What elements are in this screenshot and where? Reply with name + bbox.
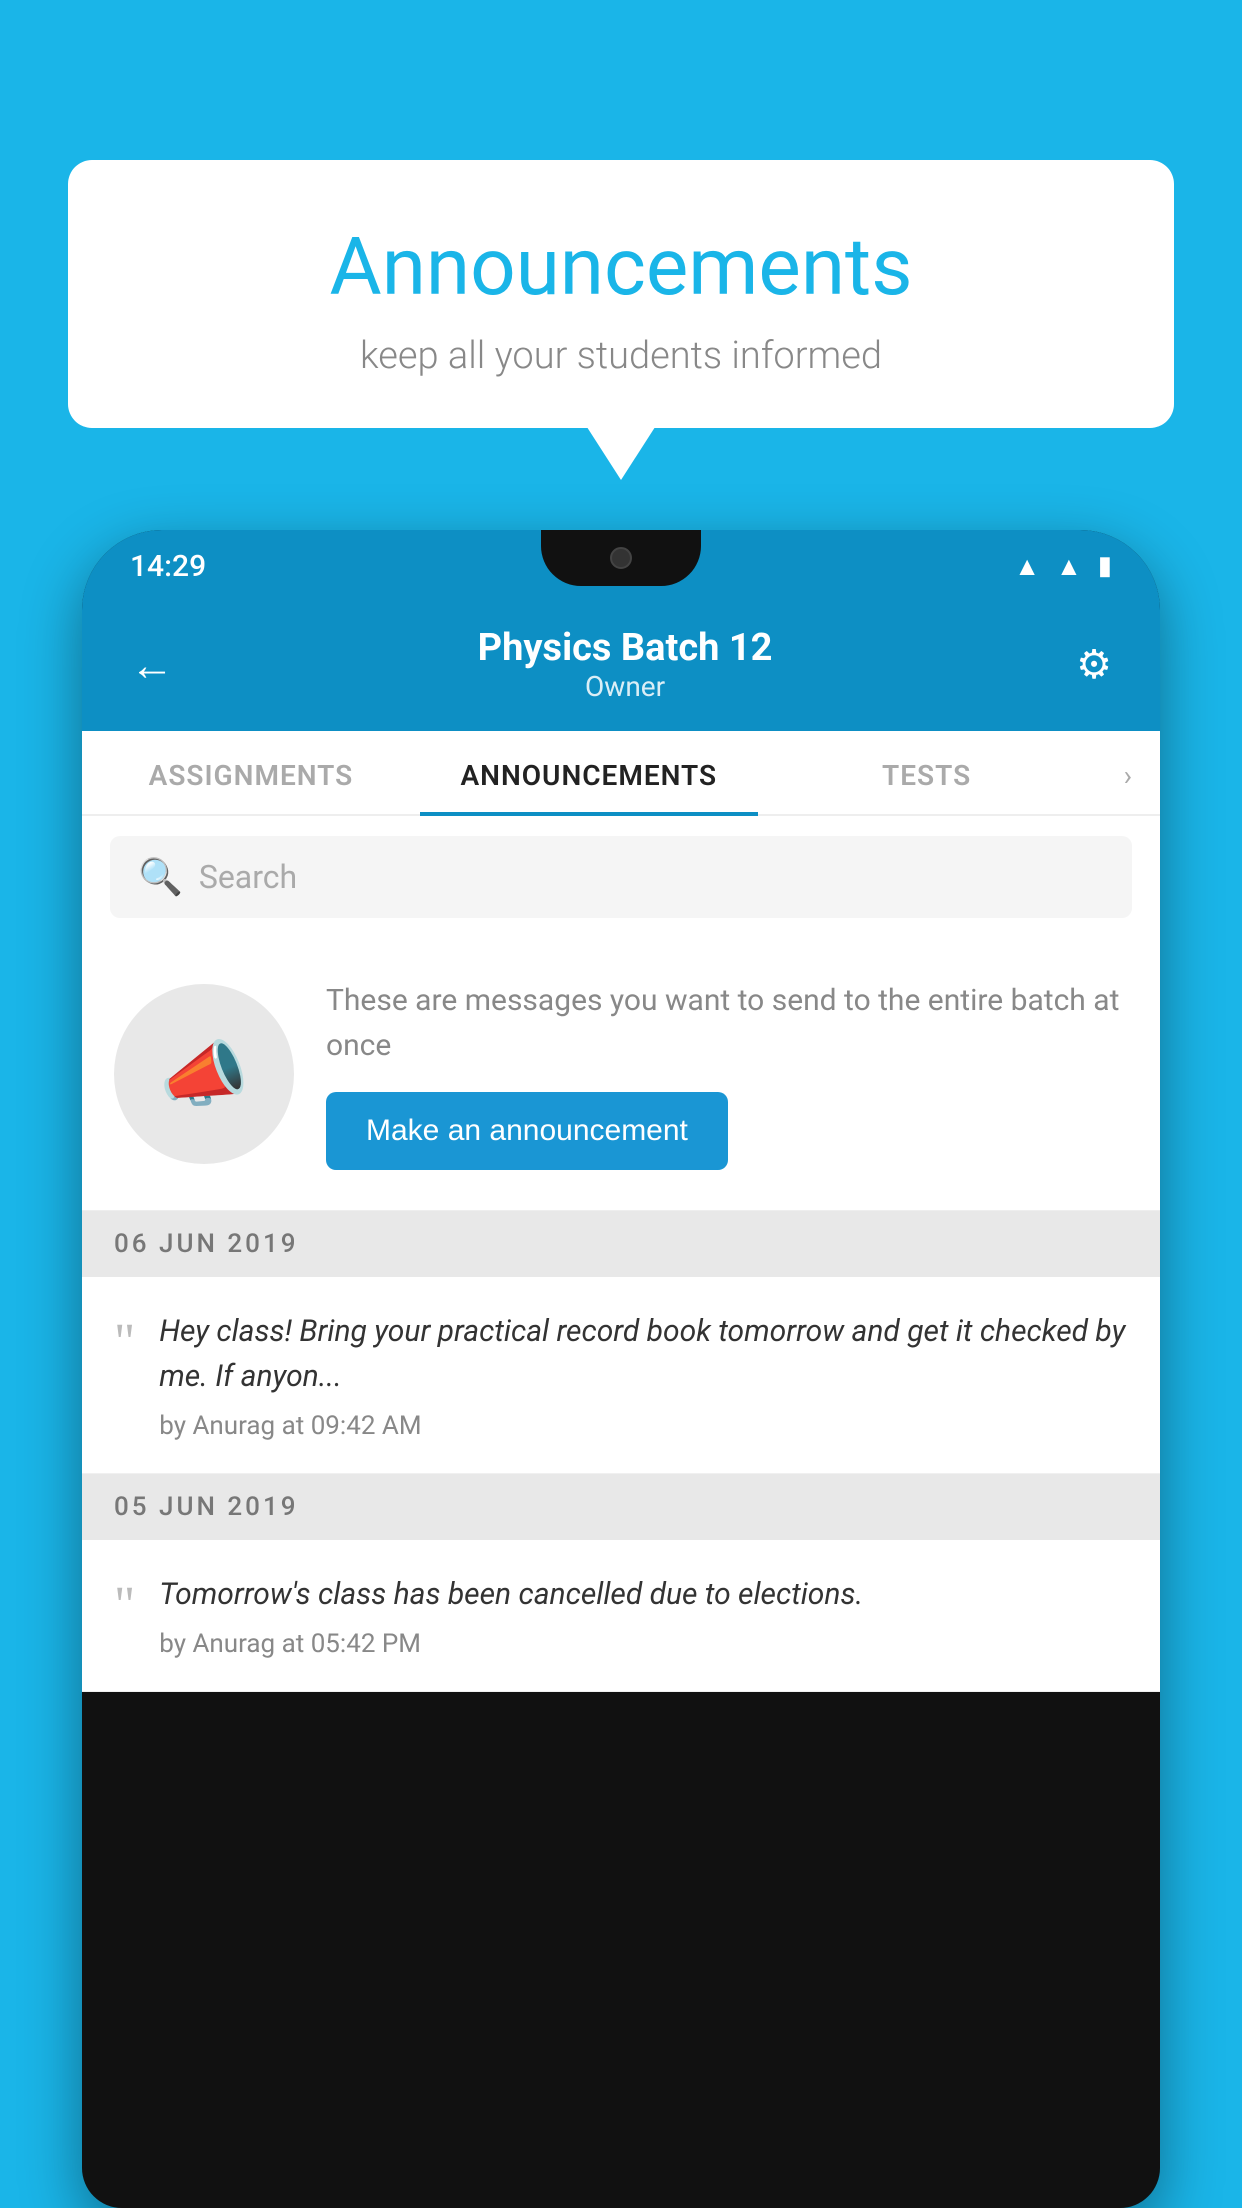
status-icons: ▲ ▲ ▮	[1014, 551, 1112, 582]
tabs-bar: ASSIGNMENTS ANNOUNCEMENTS TESTS ›	[82, 731, 1160, 816]
phone-frame: 14:29 ▲ ▲ ▮ ← Physics Batch 12 Owner ⚙ A…	[82, 530, 1160, 2208]
announcement-text-2: Tomorrow's class has been cancelled due …	[159, 1572, 1128, 1617]
announcement-meta-1: by Anurag at 09:42 AM	[159, 1411, 1128, 1441]
signal-icon: ▲	[1056, 551, 1082, 582]
announcement-promo: 📣 These are messages you want to send to…	[82, 938, 1160, 1211]
date-separator-2: 05 JUN 2019	[82, 1474, 1160, 1540]
phone-camera	[610, 547, 632, 569]
app-header: ← Physics Batch 12 Owner ⚙	[82, 602, 1160, 731]
header-title-group: Physics Batch 12 Owner	[478, 626, 773, 703]
header-subtitle: Owner	[478, 670, 773, 703]
date-separator-1: 06 JUN 2019	[82, 1211, 1160, 1277]
phone-notch	[541, 530, 701, 586]
wifi-icon: ▲	[1014, 551, 1040, 582]
phone-content: 🔍 Search 📣 These are messages you want t…	[82, 816, 1160, 1692]
back-button[interactable]: ←	[130, 639, 174, 691]
search-bar[interactable]: 🔍 Search	[110, 836, 1132, 918]
announcement-item-1[interactable]: " Hey class! Bring your practical record…	[82, 1277, 1160, 1474]
status-time: 14:29	[130, 549, 206, 584]
announcement-item-2[interactable]: " Tomorrow's class has been cancelled du…	[82, 1540, 1160, 1692]
promo-text: These are messages you want to send to t…	[326, 978, 1128, 1068]
tab-more[interactable]: ›	[1096, 731, 1160, 814]
battery-icon: ▮	[1098, 551, 1112, 581]
promo-right: These are messages you want to send to t…	[326, 978, 1128, 1170]
speech-bubble: Announcements keep all your students inf…	[68, 160, 1174, 428]
make-announcement-button[interactable]: Make an announcement	[326, 1092, 728, 1170]
announcement-meta-2: by Anurag at 05:42 PM	[159, 1629, 1128, 1659]
search-container: 🔍 Search	[82, 816, 1160, 938]
gear-icon[interactable]: ⚙	[1076, 641, 1112, 688]
search-placeholder: Search	[199, 858, 297, 896]
date-label-1: 06 JUN 2019	[114, 1229, 299, 1259]
status-bar: 14:29 ▲ ▲ ▮	[82, 530, 1160, 602]
bubble-title: Announcements	[108, 220, 1134, 314]
header-title: Physics Batch 12	[478, 626, 773, 670]
megaphone-icon: 📣	[159, 1032, 249, 1117]
tab-announcements[interactable]: ANNOUNCEMENTS	[420, 731, 758, 814]
quote-icon-1: "	[114, 1317, 135, 1369]
promo-icon-circle: 📣	[114, 984, 294, 1164]
date-label-2: 05 JUN 2019	[114, 1492, 299, 1522]
announcement-text-1: Hey class! Bring your practical record b…	[159, 1309, 1128, 1399]
quote-icon-2: "	[114, 1580, 135, 1632]
announcement-text-group-1: Hey class! Bring your practical record b…	[159, 1309, 1128, 1441]
search-icon: 🔍	[138, 856, 183, 898]
tab-tests[interactable]: TESTS	[758, 731, 1096, 814]
announcement-text-group-2: Tomorrow's class has been cancelled due …	[159, 1572, 1128, 1659]
bubble-subtitle: keep all your students informed	[108, 334, 1134, 378]
tab-assignments[interactable]: ASSIGNMENTS	[82, 731, 420, 814]
